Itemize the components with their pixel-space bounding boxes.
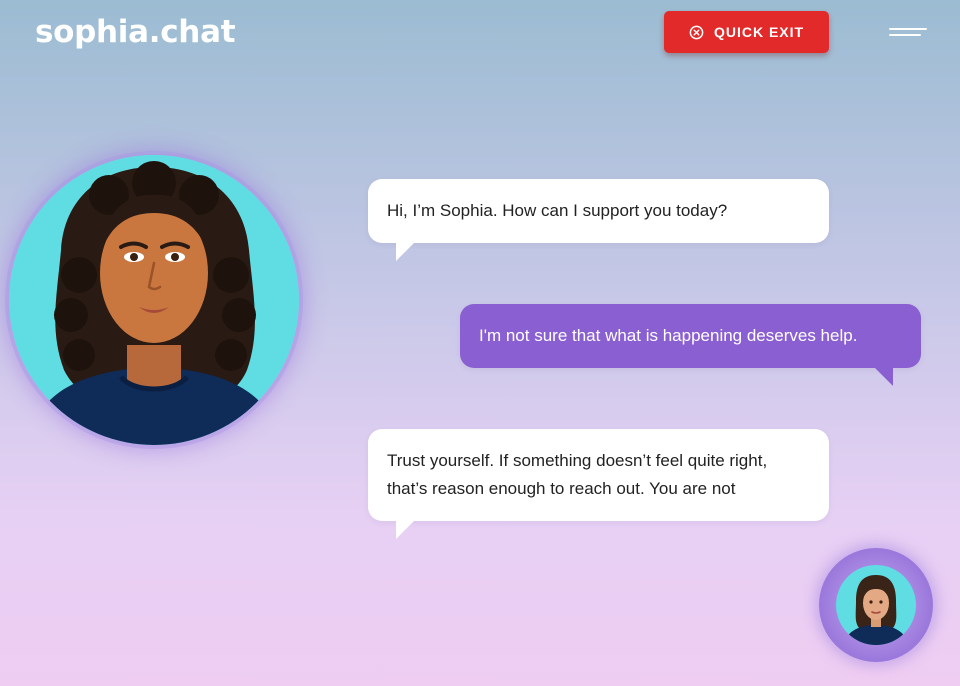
close-circle-icon [689,25,704,40]
user-message: I'm not sure that what is happening dese… [460,304,921,386]
sophia-avatar-button[interactable] [819,548,933,662]
bot-message-line: that’s reason enough to reach out. You a… [387,479,736,498]
bot-message-text: Hi, I’m Sophia. How can I support you to… [387,201,728,220]
bot-message-line: Trust yourself. If something doesn’t fee… [387,451,768,470]
bubble-tail [396,521,414,539]
sophia-avatar [9,155,299,445]
logo[interactable]: sophia.chat [35,14,236,50]
bubble-tail [396,243,414,261]
bot-message: Trust yourself. If something doesn’t fee… [368,429,829,539]
quick-exit-label: QUICK EXIT [713,24,805,40]
quick-exit-button[interactable]: QUICK EXIT [664,11,829,53]
menu-icon[interactable] [887,24,927,40]
menu-line [889,34,921,36]
sophia-avatar-thumbnail [836,565,916,645]
bubble-tail [875,368,893,386]
menu-line [889,28,927,30]
bot-message: Hi, I’m Sophia. How can I support you to… [368,179,829,261]
user-message-text: I'm not sure that what is happening dese… [479,326,858,345]
